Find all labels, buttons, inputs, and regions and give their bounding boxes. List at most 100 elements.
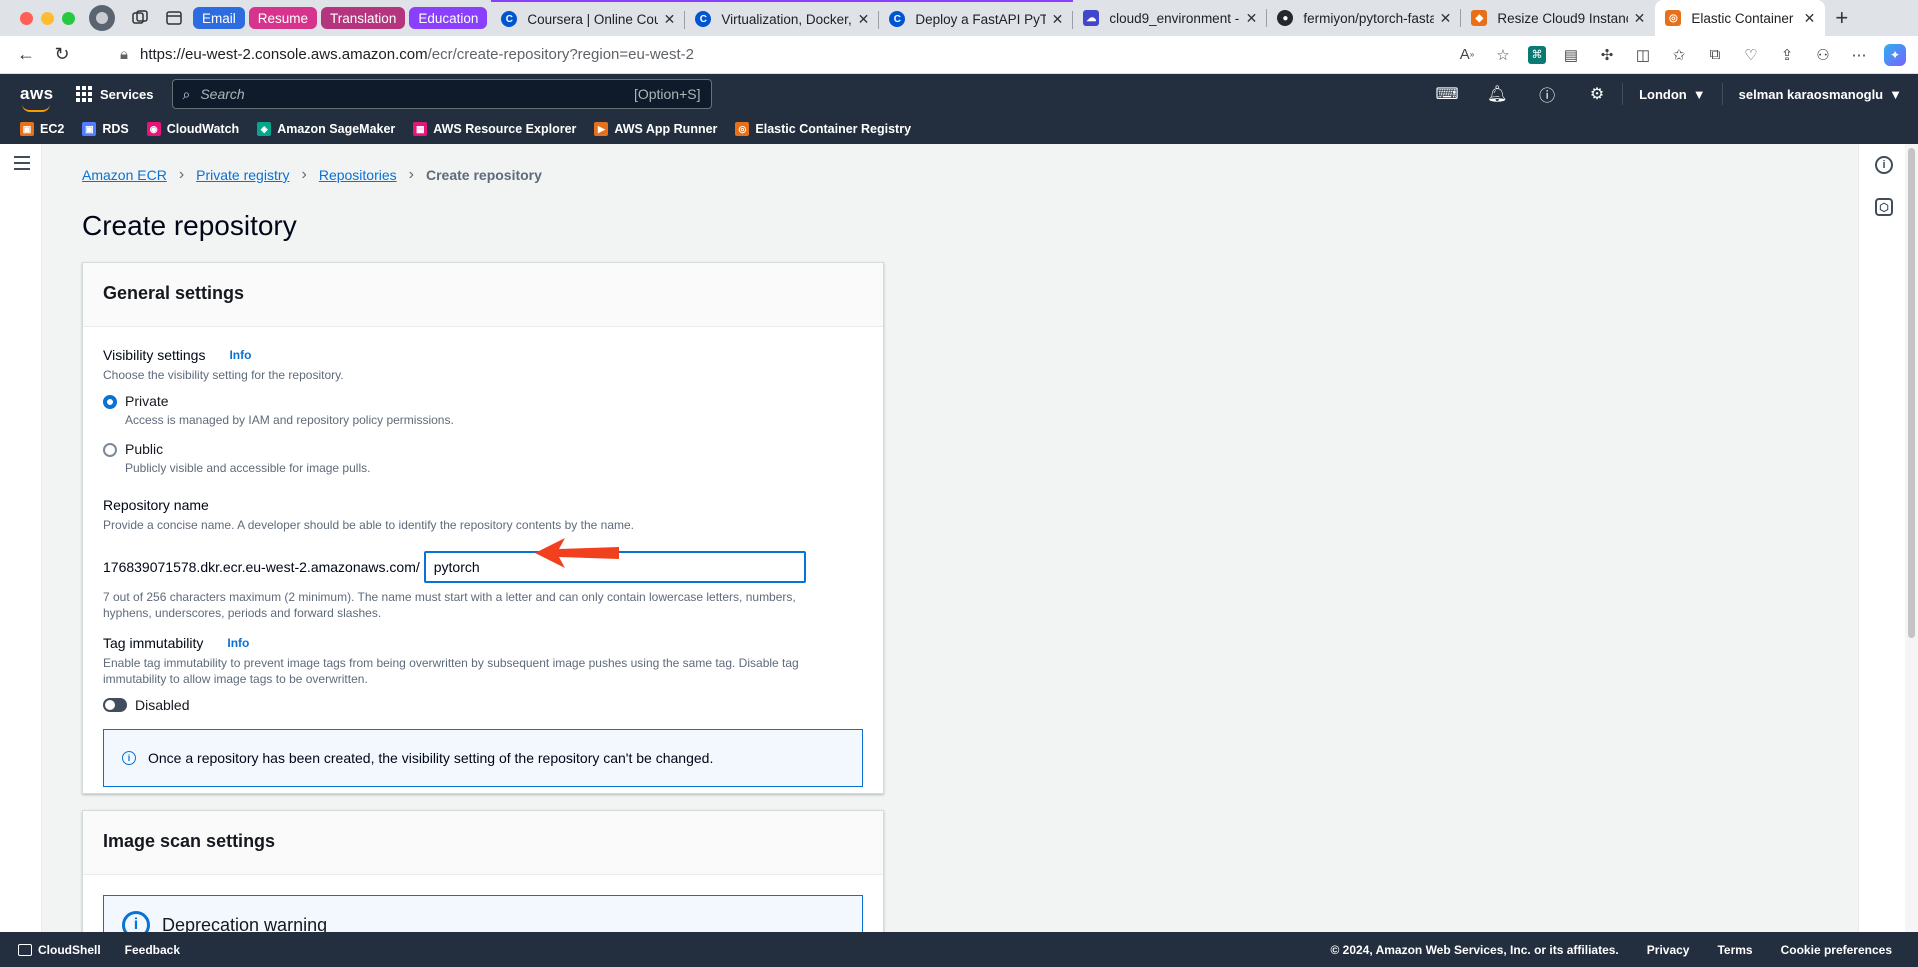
share-icon[interactable]: ⇪ xyxy=(1776,44,1798,66)
aws-top-nav: aws Services ⌕ Search [Option+S] ⌨ 🔔︎ ⓘ … xyxy=(0,74,1918,114)
panel-title: Image scan settings xyxy=(83,811,883,875)
account-menu[interactable]: selman karaosmanoglu ▼ xyxy=(1723,87,1918,102)
info-circle-icon: i xyxy=(122,751,136,765)
split-screen-icon[interactable]: ◫ xyxy=(1632,44,1654,66)
favorite-ecr[interactable]: ◎ Elastic Container Registry xyxy=(735,122,911,136)
grid-icon xyxy=(76,86,92,102)
favorite-rds[interactable]: ▣ RDS xyxy=(82,122,129,136)
copyright-text: © 2024, Amazon Web Services, Inc. or its… xyxy=(1330,942,1619,957)
back-icon[interactable]: ← xyxy=(8,40,44,70)
radio-selected-icon[interactable] xyxy=(103,395,117,409)
tab-group-education[interactable]: Education xyxy=(409,7,488,29)
terms-link[interactable]: Terms xyxy=(1717,943,1752,957)
visibility-info-alert: i Once a repository has been created, th… xyxy=(103,729,863,787)
more-icon[interactable]: ⋯ xyxy=(1848,44,1870,66)
close-tab-icon[interactable]: ✕ xyxy=(1052,11,1064,28)
browser-tab[interactable]: ● fermiyon/pytorch-fasta ✕ xyxy=(1267,0,1462,36)
radio-public[interactable]: Public Publicly visible and accessible f… xyxy=(103,441,863,475)
tab-group-resume[interactable]: Resume xyxy=(248,7,318,29)
notifications-bell-icon[interactable]: 🔔︎ xyxy=(1472,84,1522,104)
favorite-star-icon[interactable]: ☆ xyxy=(1492,44,1514,66)
browser-tab-active[interactable]: ◎ Elastic Container Regi ✕ xyxy=(1655,0,1826,36)
info-link[interactable]: Info xyxy=(227,636,249,650)
toggle-state-label: Disabled xyxy=(135,697,190,713)
breadcrumb-amazon-ecr[interactable]: Amazon ECR xyxy=(82,167,167,183)
close-tab-icon[interactable]: ✕ xyxy=(664,11,676,28)
close-tab-icon[interactable]: ✕ xyxy=(858,11,870,28)
favorite-ec2[interactable]: ▣ EC2 xyxy=(20,122,64,136)
maximize-window-button[interactable] xyxy=(62,11,75,25)
terminal-icon xyxy=(18,943,32,956)
profile-avatar[interactable] xyxy=(89,5,115,31)
menu-hamburger-icon[interactable] xyxy=(14,156,30,174)
feedback-link[interactable]: Feedback xyxy=(125,943,180,957)
tag-immutability-toggle[interactable] xyxy=(103,698,127,712)
favorite-app-runner[interactable]: ▶ AWS App Runner xyxy=(594,122,717,136)
privacy-link[interactable]: Privacy xyxy=(1647,943,1690,957)
repository-name-label: Repository name xyxy=(103,497,863,513)
browser-tab[interactable]: ☁ cloud9_environment - ✕ xyxy=(1073,0,1268,36)
field-description: Enable tag immutability to prevent image… xyxy=(103,655,863,687)
help-icon[interactable]: ⓘ xyxy=(1522,82,1572,106)
chevron-right-icon: › xyxy=(178,166,185,183)
radio-private[interactable]: Private Access is managed by IAM and rep… xyxy=(103,393,863,427)
cloudshell-icon[interactable]: ⌨ xyxy=(1422,84,1472,104)
close-tab-icon[interactable]: ✕ xyxy=(1634,10,1646,27)
browser-toolbar: A» ☆ ⌘ ▤ ✣ ◫ ✩ ⧉ ♡ ⇪ ⚇ ⋯ ✦ xyxy=(1456,43,1906,66)
read-aloud-icon[interactable]: A» xyxy=(1456,44,1478,66)
description-line: immutability to allow image tags to be o… xyxy=(103,672,368,686)
browser-tab[interactable]: C Coursera | Online Cour ✕ xyxy=(491,0,686,36)
favorites-icon[interactable]: ✩ xyxy=(1668,44,1690,66)
ecr-icon: ◎ xyxy=(735,122,750,136)
tab-actions-icon[interactable] xyxy=(159,3,189,33)
close-tab-icon[interactable]: ✕ xyxy=(1440,10,1452,27)
info-panel-icon[interactable]: i xyxy=(1875,156,1893,174)
minimize-window-button[interactable] xyxy=(41,11,54,25)
favorite-sagemaker[interactable]: ◈ Amazon SageMaker xyxy=(257,122,395,136)
tab-title: cloud9_environment - xyxy=(1109,10,1240,26)
tag-immutability-toggle-row: Disabled xyxy=(103,697,863,713)
chevron-right-icon: › xyxy=(408,166,414,183)
cloudshell-button[interactable]: CloudShell xyxy=(18,943,101,957)
browser-tab[interactable]: C Deploy a FastAPI PyTor ✕ xyxy=(879,0,1074,36)
description-line: Enable tag immutability to prevent image… xyxy=(103,656,799,670)
page-scrollbar[interactable] xyxy=(1905,144,1918,932)
reading-view-icon[interactable]: ▤ xyxy=(1560,44,1582,66)
close-tab-icon[interactable]: ✕ xyxy=(1246,10,1258,27)
browser-tab[interactable]: ◆ Resize Cloud9 Instanc ✕ xyxy=(1461,0,1655,36)
settings-gear-icon[interactable]: ⚙ xyxy=(1572,84,1622,104)
tab-group-email[interactable]: Email xyxy=(193,7,245,29)
field-label: Tag immutability xyxy=(103,635,204,651)
region-selector[interactable]: London ▼ xyxy=(1623,87,1722,102)
collections-icon[interactable]: ⧉ xyxy=(1704,44,1726,66)
new-tab-icon[interactable]: + xyxy=(1835,5,1848,31)
tab-group-translation[interactable]: Translation xyxy=(321,7,406,29)
extension-icon[interactable]: ⌘ xyxy=(1528,45,1546,64)
caret-down-icon: ▼ xyxy=(1889,86,1902,102)
favorite-resource-explorer[interactable]: ▦ AWS Resource Explorer xyxy=(413,122,576,136)
favorite-cloudwatch[interactable]: ◉ CloudWatch xyxy=(146,122,239,136)
coursera-icon: C xyxy=(695,11,712,27)
ec2-icon: ▣ xyxy=(20,122,34,136)
aws-logo[interactable]: aws xyxy=(20,84,56,112)
region-label: London xyxy=(1639,86,1687,102)
reload-icon[interactable]: ↻ xyxy=(44,40,80,70)
copilot-icon[interactable]: ✦ xyxy=(1884,43,1906,66)
url-field[interactable]: 🔒︎ https://eu-west-2.console.aws.amazon.… xyxy=(120,46,1456,63)
resources-hexagon-icon[interactable]: ⬡ xyxy=(1875,198,1893,216)
cookie-preferences-link[interactable]: Cookie preferences xyxy=(1781,943,1892,957)
breadcrumb-private-registry[interactable]: Private registry xyxy=(196,167,289,183)
workspaces-icon[interactable] xyxy=(125,3,155,33)
info-link[interactable]: Info xyxy=(229,348,251,362)
health-icon[interactable]: ♡ xyxy=(1740,44,1762,66)
search-input[interactable]: ⌕ Search [Option+S] xyxy=(171,79,712,109)
breadcrumb-repositories[interactable]: Repositories xyxy=(319,167,397,183)
people-icon[interactable]: ⚇ xyxy=(1812,44,1834,66)
browser-tab[interactable]: C Virtualization, Docker, ✕ xyxy=(685,0,880,36)
radio-unselected-icon[interactable] xyxy=(103,443,117,457)
close-tab-icon[interactable]: ✕ xyxy=(1804,10,1816,27)
breadcrumb: Amazon ECR › Private registry › Reposito… xyxy=(82,166,542,184)
extensions-puzzle-icon[interactable]: ✣ xyxy=(1596,44,1618,66)
services-menu[interactable]: Services xyxy=(76,86,154,102)
close-window-button[interactable] xyxy=(20,11,33,25)
